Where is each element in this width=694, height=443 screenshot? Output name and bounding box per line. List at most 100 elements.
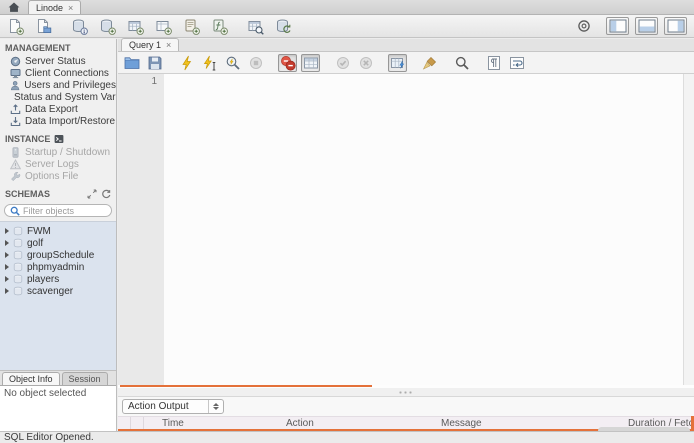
tab-session[interactable]: Session [61, 372, 108, 385]
schema-item-fwm[interactable]: FWM [0, 225, 116, 237]
output-col-status [118, 417, 131, 429]
expand-tree-icon[interactable] [87, 189, 97, 199]
status-bar: SQL Editor Opened. [0, 431, 694, 443]
editor-vertical-scrollbar[interactable] [683, 74, 694, 385]
limit-rows-button[interactable] [301, 53, 320, 72]
tab-query-1[interactable]: Query 1 × [121, 38, 180, 51]
expander-icon[interactable] [5, 240, 9, 246]
schema-item-groupschedule[interactable]: groupSchedule [0, 249, 116, 261]
schema-inspector-button[interactable] [71, 18, 88, 35]
output-selector-label: Action Output [128, 401, 189, 412]
toggle-right-panel-button[interactable] [664, 17, 687, 35]
find-button[interactable] [452, 54, 471, 72]
create-table-button[interactable] [127, 18, 144, 35]
schema-icon [13, 274, 23, 284]
open-sql-script-button[interactable] [35, 18, 52, 35]
line-number: 1 [151, 76, 157, 87]
expander-icon[interactable] [5, 228, 9, 234]
object-info-panel: No object selected [0, 385, 116, 431]
rollback-button[interactable] [356, 54, 375, 72]
save-script-button[interactable] [145, 54, 164, 72]
schema-label: phpmyadmin [27, 261, 85, 273]
schema-item-phpmyadmin[interactable]: phpmyadmin [0, 261, 116, 273]
create-table-icon [127, 18, 144, 35]
management-section-header: MANAGEMENT [0, 39, 116, 55]
home-tab[interactable] [0, 0, 28, 14]
panel-splitter[interactable] [118, 388, 694, 396]
create-procedure-button[interactable] [183, 18, 200, 35]
reconnect-dbms-icon [275, 18, 292, 35]
connection-tab-linode[interactable]: Linode × [28, 0, 82, 14]
tab-object-info[interactable]: Object Info [2, 372, 60, 385]
sidebar-item-server-status[interactable]: Server Status [0, 55, 116, 67]
code-area[interactable] [164, 74, 683, 385]
warning-icon [10, 158, 21, 170]
splitter-grip-icon[interactable] [398, 390, 414, 394]
editor-bottom-strip [118, 385, 694, 388]
search-table-data-button[interactable] [247, 18, 264, 35]
toggle-left-panel-button[interactable] [606, 17, 629, 35]
sidebar-item-startup-shutdown[interactable]: Startup / Shutdown [0, 146, 116, 158]
commit-button[interactable] [333, 54, 352, 72]
output-selector-row: Action Output [118, 397, 694, 416]
main-toolbar-left [7, 18, 292, 35]
selector-spinner-icon[interactable] [208, 400, 223, 413]
line-number-gutter: 1 [118, 74, 164, 385]
object-info-text: No object selected [4, 388, 87, 399]
toggle-word-wrap-button[interactable] [507, 54, 526, 72]
sidebar-item-server-logs[interactable]: Server Logs [0, 158, 116, 170]
output-col-time[interactable]: Time [144, 418, 266, 429]
expander-icon[interactable] [5, 264, 9, 270]
explain-button[interactable] [223, 54, 242, 72]
execute-current-button[interactable] [200, 54, 219, 72]
output-col-action[interactable]: Action [266, 418, 421, 429]
schema-inspector-icon [71, 18, 88, 35]
sidebar-item-data-import-restore[interactable]: Data Import/Restore [0, 115, 116, 127]
output-col-message[interactable]: Message [421, 418, 606, 429]
output-selector[interactable]: Action Output [122, 399, 224, 414]
sidebar: MANAGEMENT Server Status Client Connecti… [0, 39, 117, 431]
sidebar-item-data-export[interactable]: Data Export [0, 103, 116, 115]
execute-button[interactable] [177, 54, 196, 72]
sidebar-item-options-file[interactable]: Options File [0, 170, 116, 182]
sidebar-item-label: Data Import/Restore [25, 115, 116, 127]
sql-editor-area: Query 1 × 1 Action Output Time Action Me… [118, 38, 694, 431]
main-toolbar-right [576, 17, 687, 35]
search-icon [454, 55, 470, 71]
create-procedure-icon [183, 18, 200, 35]
new-query-tab-button[interactable] [7, 18, 24, 35]
gauge-icon [10, 56, 21, 67]
preferences-button[interactable] [576, 18, 592, 34]
stop-button[interactable] [246, 54, 265, 72]
main-toolbar [0, 15, 694, 38]
schema-item-players[interactable]: players [0, 273, 116, 285]
beautify-button[interactable] [420, 54, 439, 72]
expander-icon[interactable] [5, 252, 9, 258]
close-query-tab-icon[interactable]: × [166, 40, 171, 50]
sql-code-editor[interactable]: 1 [118, 74, 694, 385]
search-table-data-icon [247, 18, 264, 35]
create-schema-button[interactable] [99, 18, 116, 35]
panel-right-icon [667, 19, 685, 33]
schema-item-scavenger[interactable]: scavenger [0, 285, 116, 297]
toggle-autocommit-button[interactable] [388, 53, 407, 72]
reconnect-dbms-button[interactable] [275, 18, 292, 35]
close-tab-icon[interactable]: × [68, 3, 73, 13]
schema-filter[interactable] [4, 204, 112, 217]
schema-item-golf[interactable]: golf [0, 237, 116, 249]
schema-filter-input[interactable] [23, 205, 103, 216]
sidebar-item-status-system-variables[interactable]: Status and System Variables [0, 91, 116, 103]
save-icon [147, 55, 163, 71]
create-schema-icon [99, 18, 116, 35]
refresh-schemas-icon[interactable] [101, 189, 111, 199]
create-view-button[interactable] [155, 18, 172, 35]
toggle-invisible-chars-button[interactable] [484, 54, 503, 72]
expander-icon[interactable] [5, 276, 9, 282]
expander-icon[interactable] [5, 288, 9, 294]
open-script-button[interactable] [122, 54, 141, 72]
toggle-stop-on-error-button[interactable] [278, 53, 297, 72]
sidebar-item-client-connections[interactable]: Client Connections [0, 67, 116, 79]
sidebar-item-users-privileges[interactable]: Users and Privileges [0, 79, 116, 91]
toggle-bottom-panel-button[interactable] [635, 17, 658, 35]
create-function-button[interactable] [211, 18, 228, 35]
